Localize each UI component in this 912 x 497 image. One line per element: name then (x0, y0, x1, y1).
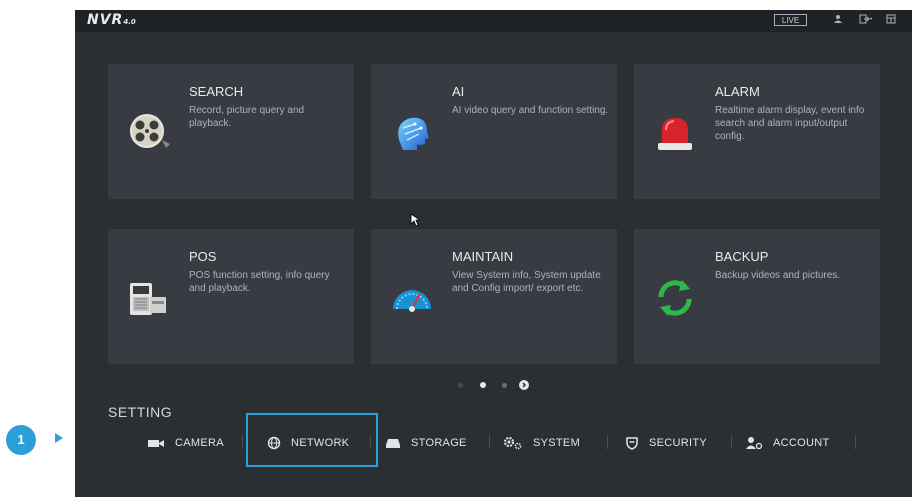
network-highlight-box (246, 413, 378, 467)
divider (855, 435, 856, 449)
hdd-icon (385, 437, 401, 449)
card-description: POS function setting, info query and pla… (189, 270, 330, 294)
card-title: POS (189, 249, 217, 264)
nvr-main-menu: NVR4.0 LIVE SEARCH Record, picture query… (75, 10, 912, 497)
ai-card[interactable]: AI AI video query and function setting. (371, 64, 617, 199)
shield-icon (625, 436, 639, 450)
mouse-cursor-icon (410, 213, 422, 232)
live-button[interactable]: LIVE (774, 14, 807, 26)
alarm-light-icon (652, 110, 698, 156)
page-dot-active[interactable] (480, 382, 486, 388)
setting-item-system[interactable]: SYSTEM (503, 434, 580, 452)
next-page-icon[interactable] (519, 380, 529, 390)
setting-section-label: SETTING (108, 404, 173, 420)
setting-item-label: STORAGE (411, 437, 467, 449)
user-icon[interactable] (833, 14, 843, 26)
setting-item-label: SYSTEM (533, 437, 581, 449)
setting-item-camera[interactable]: CAMERA (147, 434, 224, 452)
camera-icon (147, 438, 165, 448)
setting-item-label: CAMERA (175, 437, 224, 449)
divider (242, 435, 243, 449)
divider (731, 435, 732, 449)
page-dot[interactable] (502, 383, 507, 388)
ai-head-icon (389, 110, 435, 156)
step-number-badge: 1 (6, 425, 36, 455)
page-dot[interactable] (458, 383, 463, 388)
card-title: ALARM (715, 84, 760, 99)
card-description: Realtime alarm display, event info searc… (715, 105, 865, 142)
divider (607, 435, 608, 449)
top-bar: NVR4.0 LIVE (75, 10, 912, 32)
film-reel-icon (126, 110, 172, 156)
card-title: SEARCH (189, 84, 244, 99)
maintain-card[interactable]: MAINTAIN View System info, System update… (371, 229, 617, 364)
search-card[interactable]: SEARCH Record, picture query and playbac… (108, 64, 354, 199)
card-title: AI (452, 84, 465, 99)
setting-item-security[interactable]: SECURITY (625, 434, 707, 452)
gauge-icon (389, 275, 435, 321)
card-description: View System info, System update and Conf… (452, 270, 601, 294)
card-description: AI video query and function setting. (452, 105, 609, 116)
card-title: BACKUP (715, 249, 769, 264)
card-title: MAINTAIN (452, 249, 514, 264)
nvr-logo: NVR4.0 (87, 12, 136, 28)
pos-card[interactable]: POS POS function setting, info query and… (108, 229, 354, 364)
window-icon[interactable] (886, 14, 896, 26)
step-arrow-icon (55, 433, 63, 443)
refresh-icon (652, 275, 698, 321)
pos-terminal-icon (126, 275, 172, 321)
account-icon (745, 436, 763, 450)
backup-card[interactable]: BACKUP Backup videos and pictures. (634, 229, 880, 364)
gears-icon (503, 436, 523, 450)
alarm-card[interactable]: ALARM Realtime alarm display, event info… (634, 64, 880, 199)
setting-item-storage[interactable]: STORAGE (385, 434, 467, 452)
divider (489, 435, 490, 449)
setting-item-label: SECURITY (649, 437, 708, 449)
card-description: Record, picture query and playback. (189, 105, 305, 129)
setting-item-label: ACCOUNT (773, 437, 830, 449)
logout-icon[interactable] (859, 14, 873, 26)
setting-item-account[interactable]: ACCOUNT (745, 434, 830, 452)
card-description: Backup videos and pictures. (715, 270, 841, 281)
